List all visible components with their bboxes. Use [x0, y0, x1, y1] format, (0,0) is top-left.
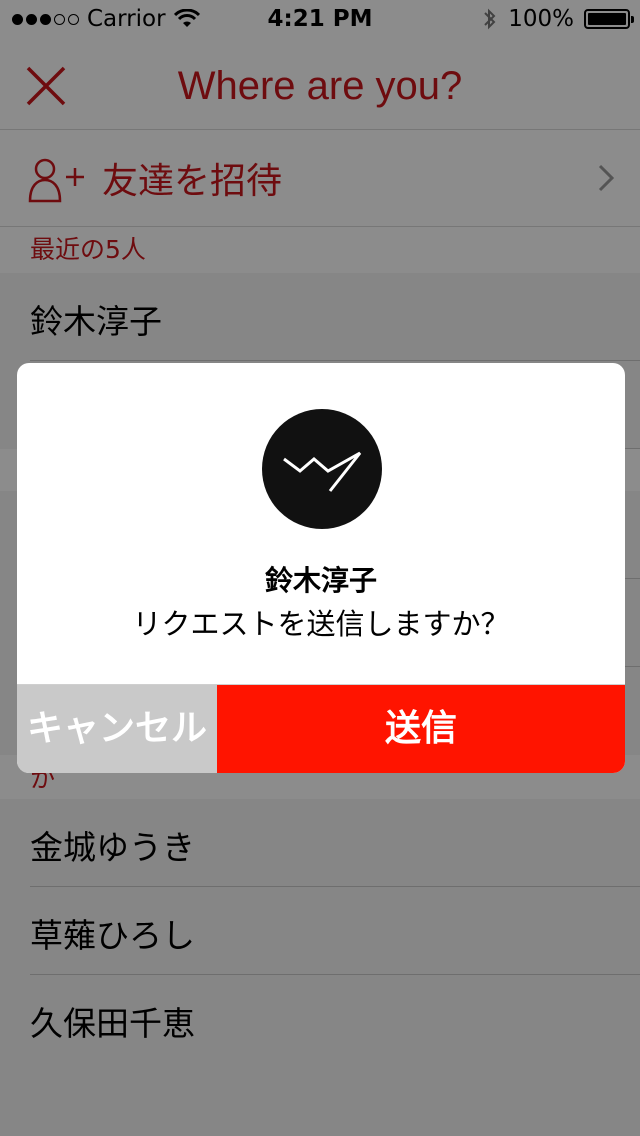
send-button[interactable]: 送信 — [217, 685, 625, 773]
app-logo — [262, 409, 382, 529]
dialog-contact-name: 鈴木淳子 — [264, 564, 377, 597]
dialog-message: リクエストを送信しますか？ — [132, 607, 510, 641]
app-logo-icon — [283, 451, 362, 492]
cancel-button[interactable]: キャンセル — [17, 685, 217, 773]
send-request-dialog: 鈴木淳子 リクエストを送信しますか？ キャンセル 送信 — [17, 363, 625, 773]
